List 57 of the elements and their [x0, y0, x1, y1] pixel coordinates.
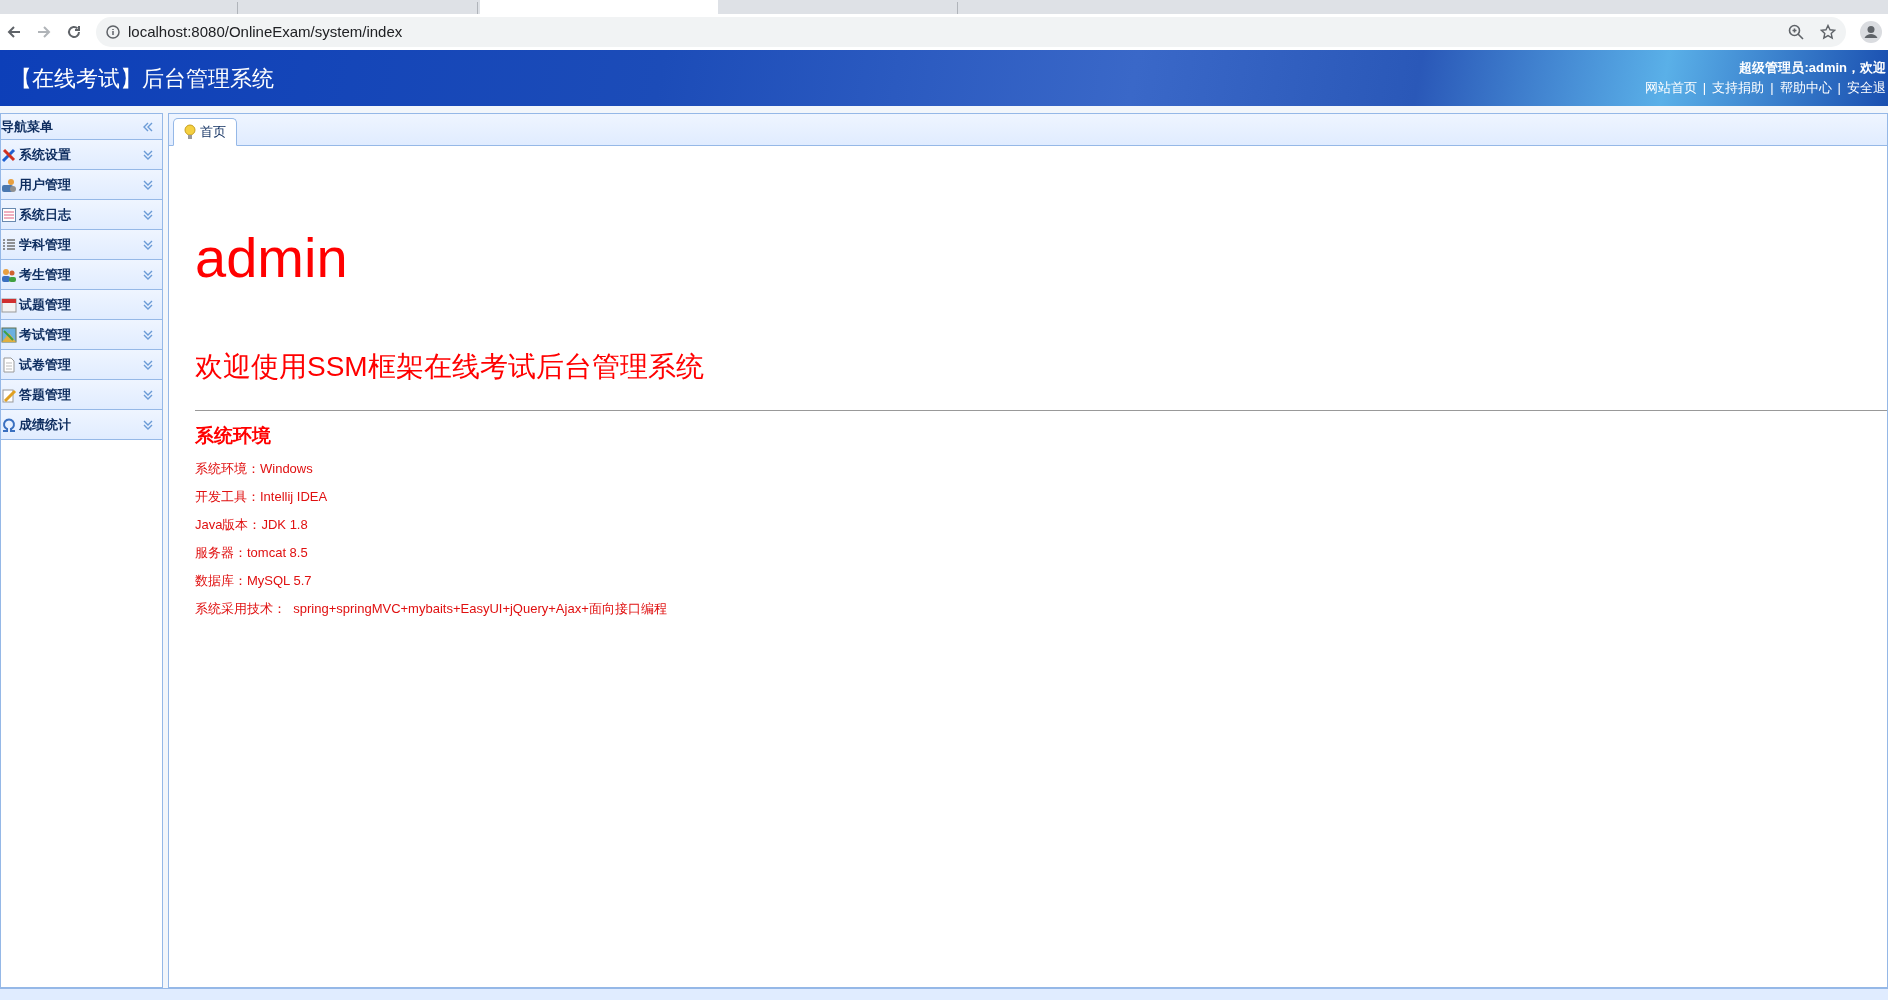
environment-info-text: 系统采用技术： spring+springMVC+mybaits+EasyUI+jQuery+Ajax+面向接口编程 — [195, 601, 667, 617]
expand-icon — [142, 328, 154, 341]
info-icon — [106, 25, 120, 39]
welcome-heading: 欢迎使用SSM框架在线考试后台管理系统 — [195, 350, 705, 384]
zoom-icon[interactable] — [1788, 24, 1804, 40]
expand-icon — [142, 388, 154, 401]
reload-icon[interactable] — [66, 24, 82, 40]
url-text: localhost:8080/OnlineExam/system/index — [128, 21, 403, 42]
environment-info-text: 数据库：MySQL 5.7 — [195, 573, 312, 589]
profile-icon[interactable] — [1860, 21, 1882, 43]
expand-icon — [142, 418, 154, 431]
header-link[interactable]: 帮助中心 — [1779, 78, 1832, 98]
environment-info-text: 系统环境：Windows — [195, 461, 313, 477]
expand-icon — [142, 358, 154, 371]
list-icon — [1, 236, 17, 253]
nav-menu-item[interactable]: 试题管理 — [1, 290, 162, 320]
welcome-user-text: 超级管理员:admin，欢迎 — [1739, 59, 1886, 77]
app-title: 【在线考试】后台管理系统 — [10, 64, 274, 93]
user-name-heading: admin — [195, 226, 349, 290]
document-icon — [1, 356, 17, 373]
address-bar[interactable]: localhost:8080/OnlineExam/system/index — [96, 17, 1846, 47]
header-link[interactable]: 安全退 — [1847, 78, 1886, 98]
people-icon — [1, 266, 17, 283]
users-icon — [1, 176, 17, 193]
map-icon — [1, 326, 17, 343]
environment-info-text: 开发工具：Intellij IDEA — [195, 489, 328, 505]
omega-icon — [1, 416, 17, 433]
environment-info-text: Java版本：JDK 1.8 — [195, 517, 308, 533]
expand-icon — [142, 178, 154, 191]
expand-icon — [142, 208, 154, 221]
nav-menu-item[interactable]: 考试管理 — [1, 320, 162, 350]
expand-icon — [142, 268, 154, 281]
nav-menu-item[interactable]: 考生管理 — [1, 260, 162, 290]
link-separator: | — [1770, 79, 1774, 97]
star-icon[interactable] — [1820, 24, 1836, 40]
nav-menu-item[interactable]: 系统设置 — [1, 140, 162, 170]
nav-menu-title: 导航菜单 — [1, 117, 53, 136]
page-tab[interactable]: 首页 — [173, 118, 237, 146]
nav-menu-item[interactable]: 成绩统计 — [1, 410, 162, 440]
tools-icon — [1, 146, 17, 163]
collapse-icon[interactable] — [142, 120, 154, 133]
back-icon[interactable] — [6, 24, 22, 40]
section-heading: 系统环境 — [195, 424, 272, 448]
forward-icon[interactable] — [36, 24, 52, 40]
link-separator: | — [1837, 79, 1841, 97]
lightbulb-icon — [184, 124, 196, 140]
nav-menu-item[interactable]: 试卷管理 — [1, 350, 162, 380]
nav-menu-item[interactable]: 用户管理 — [1, 170, 162, 200]
expand-icon — [142, 238, 154, 251]
expand-icon — [142, 298, 154, 311]
nav-menu-item[interactable]: 学科管理 — [1, 230, 162, 260]
expand-icon — [142, 148, 154, 161]
header-link[interactable]: 支持捐助 — [1712, 78, 1765, 98]
link-separator: | — [1702, 79, 1707, 97]
nav-menu-item[interactable]: 系统日志 — [1, 200, 162, 230]
nav-menu-item[interactable]: 答题管理 — [1, 380, 162, 410]
environment-info-text: 服务器：tomcat 8.5 — [195, 545, 308, 561]
